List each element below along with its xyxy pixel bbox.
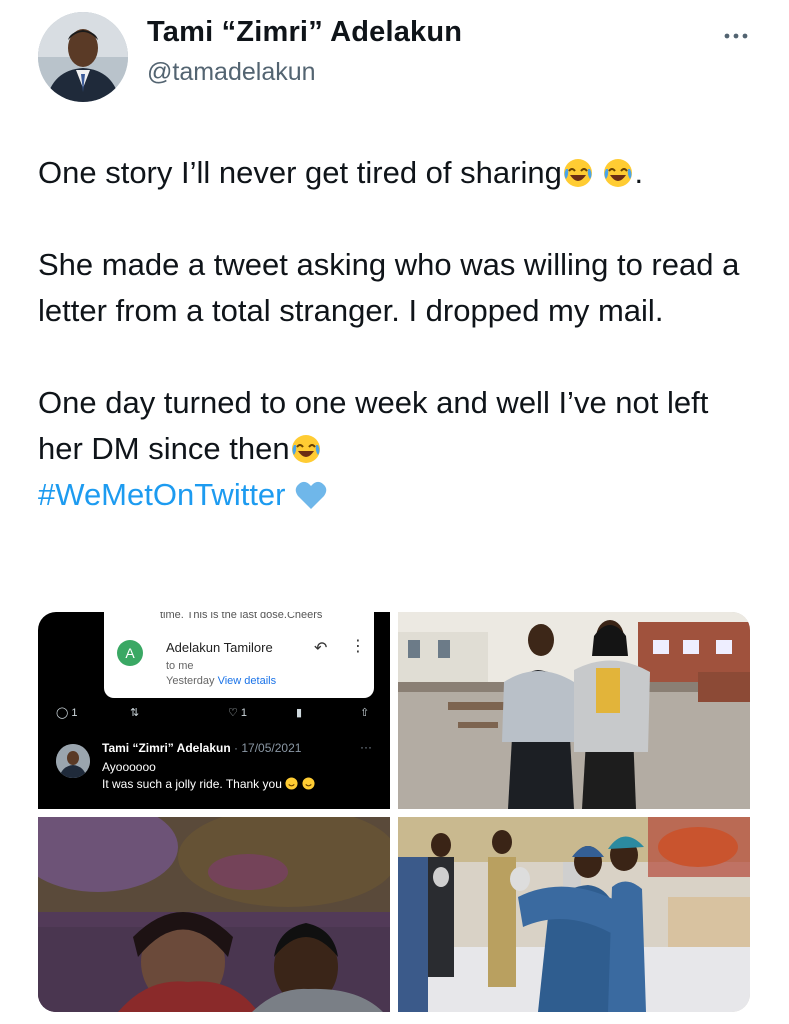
retweet-icon: ⇅ [130,707,140,719]
like-count: 1 [240,707,248,719]
reply-icon: ◯ 1 [56,707,78,719]
media-photo-wedding[interactable] [398,817,750,1012]
email-recipient: to me [166,660,194,672]
reply-line2-text: It was such a jolly ride. Thank you [102,777,282,791]
reply-line2: It was such a jolly ride. Thank you [102,777,315,791]
media-photo-couple-outdoors[interactable] [398,612,750,809]
more-icon[interactable] [722,26,750,46]
media-photo-couple-selfie[interactable] [38,817,390,1012]
laugh-cry-emoji [563,159,592,187]
smile-emoji [302,777,315,790]
email-cutoff-text: time. This is the last dose.Cheers [160,612,323,621]
like-icon: ♡ 1 [228,707,248,719]
media-grid: time. This is the last dose.Cheers A Ade… [38,612,750,1012]
reply-author: Tami “Zimri” Adelakun · 17/05/2021 [102,741,301,755]
kebab-icon: ⋮ [350,638,366,655]
view-details-link: View details [217,675,277,687]
blue-heart-emoji [295,481,327,509]
email-avatar: A [117,640,143,666]
user-handle[interactable]: @tamadelakun [147,58,316,87]
email-card: time. This is the last dose.Cheers A Ade… [104,612,374,698]
reply-count: 1 [71,707,78,719]
stats-icon: ▮ [296,707,303,719]
email-time: Yesterday View details [166,675,276,687]
media-screenshot[interactable]: time. This is the last dose.Cheers A Ade… [38,612,390,809]
email-reply-icon: ↶ [314,640,328,657]
smile-emoji [285,777,298,790]
hashtag-link[interactable]: #WeMetOnTwitter [38,477,286,512]
laugh-cry-emoji [604,159,633,187]
tweet-line1: One story I’ll never get tired of sharin… [38,155,562,190]
tweet-text: One story I’ll never get tired of sharin… [38,150,748,518]
tweet-line1-end: . [634,155,644,190]
email-sender: Adelakun Tamilore [166,640,273,655]
tweet-para3: One day turned to one week and well I’ve… [38,385,709,466]
reply-avatar [56,744,90,778]
more-icon: ··· [360,740,372,754]
reply-line1: Ayoooooo [102,760,156,774]
reply-author-name: Tami “Zimri” Adelakun [102,741,231,755]
reply-date: · 17/05/2021 [234,741,302,755]
profile-avatar[interactable] [38,12,128,102]
display-name[interactable]: Tami “Zimri” Adelakun [147,16,462,49]
laugh-cry-emoji [291,435,320,463]
share-icon: ⇧ [360,707,370,719]
email-when: Yesterday [166,675,215,687]
tweet-para2: She made a tweet asking who was willing … [38,247,740,328]
